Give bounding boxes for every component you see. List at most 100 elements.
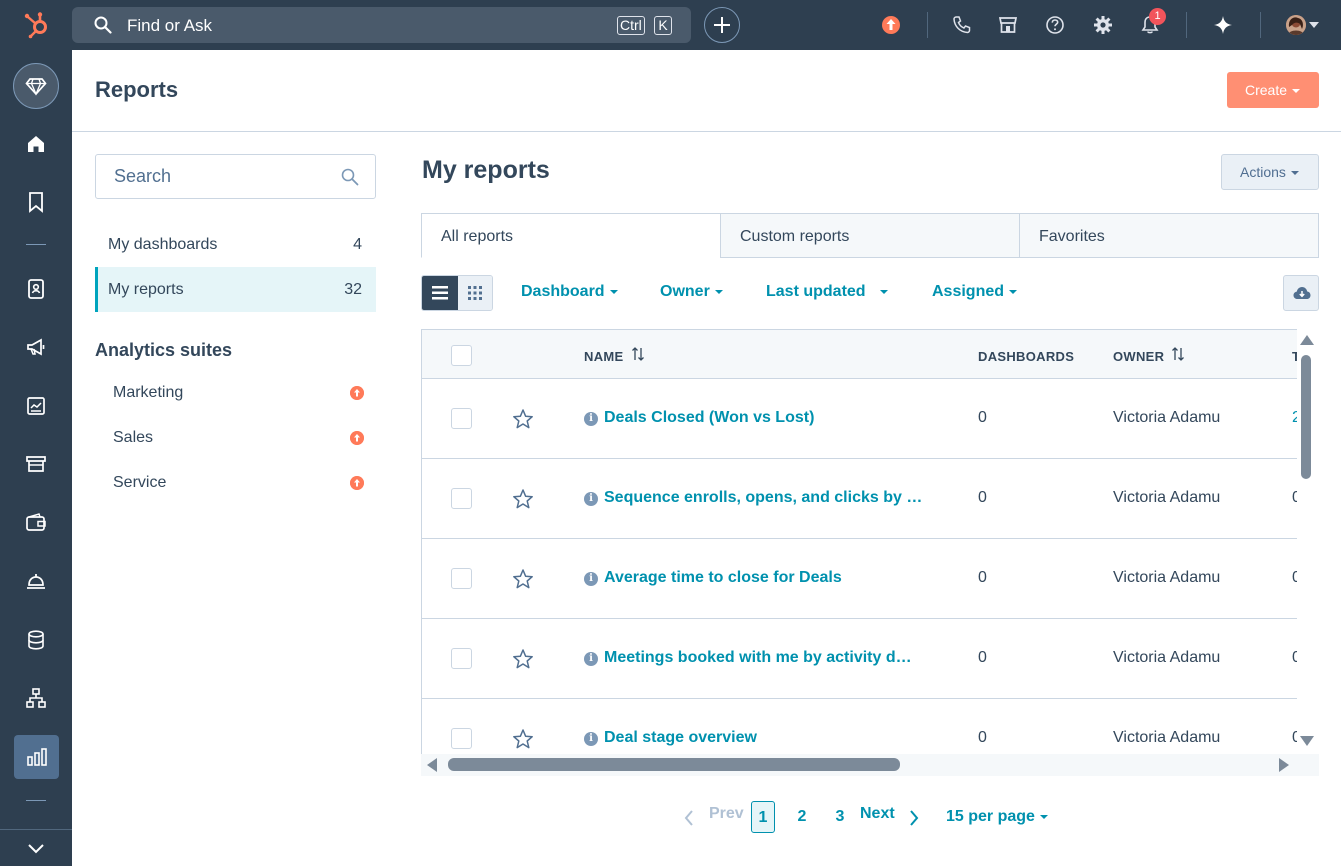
table-row[interactable]: i Average time to close for Deals 0 Vict… (422, 539, 1297, 619)
per-page-select[interactable]: 15 per page (946, 808, 1048, 826)
marketplace-icon[interactable] (997, 14, 1019, 36)
avatar[interactable] (1286, 15, 1306, 35)
caret-down-icon (609, 289, 618, 294)
org-chart-icon[interactable] (24, 686, 48, 710)
column-header-name[interactable]: NAME (584, 347, 644, 364)
prev-page-button[interactable]: Prev (709, 805, 744, 823)
commerce-icon[interactable] (24, 452, 48, 476)
list-icon (432, 286, 448, 300)
service-bell-icon[interactable] (24, 569, 48, 593)
upgrade-arrow-icon[interactable] (350, 386, 364, 400)
next-page-button[interactable]: Next (860, 805, 895, 823)
scroll-left-arrow-icon[interactable] (427, 758, 437, 772)
report-name-link[interactable]: Average time to close for Deals (604, 569, 842, 587)
megaphone-icon[interactable] (24, 335, 48, 359)
cloud-download-icon (1293, 287, 1311, 299)
row-checkbox[interactable] (451, 488, 472, 509)
bookmark-icon[interactable] (24, 190, 48, 214)
info-icon[interactable]: i (584, 652, 598, 666)
table-row[interactable]: i Deals Closed (Won vs Lost) 0 Victoria … (422, 379, 1297, 459)
grid-view-button[interactable] (458, 276, 492, 310)
expand-icon[interactable] (24, 836, 48, 860)
owner-filter-label: Owner (660, 283, 710, 300)
topbar-divider (1260, 12, 1261, 38)
star-icon[interactable] (512, 648, 534, 670)
star-icon[interactable] (512, 488, 534, 510)
sparkle-icon[interactable] (1212, 14, 1234, 36)
actions-button[interactable]: Actions (1221, 154, 1319, 190)
sidebar-search-input[interactable] (97, 156, 327, 197)
report-name-link[interactable]: Deals Closed (Won vs Lost) (604, 409, 814, 427)
list-view-button[interactable] (422, 276, 458, 310)
export-button[interactable] (1283, 275, 1319, 311)
owner-filter[interactable]: Owner (660, 283, 723, 301)
page-2-button[interactable]: 2 (792, 801, 812, 833)
star-icon[interactable] (512, 568, 534, 590)
last-updated-filter[interactable]: Last updated (766, 283, 888, 301)
chevron-right-icon[interactable] (909, 810, 919, 826)
column-header-dashboards[interactable]: DASHBOARDS (978, 349, 1074, 364)
page-1-button[interactable]: 1 (751, 801, 775, 833)
star-icon[interactable] (512, 408, 534, 430)
horizontal-scrollbar[interactable] (421, 754, 1319, 776)
settings-icon[interactable] (1092, 14, 1114, 36)
horizontal-scrollbar-thumb[interactable] (448, 758, 900, 771)
vertical-scrollbar[interactable] (1297, 329, 1319, 776)
star-icon[interactable] (512, 728, 534, 750)
workspace-button[interactable] (13, 63, 59, 109)
upgrade-arrow-icon[interactable] (350, 476, 364, 490)
scroll-down-arrow-icon[interactable] (1300, 736, 1314, 746)
reports-nav-button[interactable] (14, 735, 59, 779)
row-checkbox[interactable] (451, 408, 472, 429)
column-header-owner-label: OWNER (1113, 349, 1165, 364)
vertical-scrollbar-thumb[interactable] (1301, 355, 1311, 479)
report-name-link[interactable]: Deal stage overview (604, 729, 757, 747)
home-icon[interactable] (24, 132, 48, 156)
tab-favorites[interactable]: Favorites (1019, 213, 1319, 258)
sidebar-item-count: 4 (353, 236, 362, 253)
create-button[interactable]: Create (1227, 72, 1319, 108)
last-updated-filter-label: Last updated (766, 283, 866, 300)
quick-create-button[interactable] (704, 7, 740, 43)
notification-count-badge: 1 (1149, 8, 1166, 25)
row-checkbox[interactable] (451, 568, 472, 589)
info-icon[interactable]: i (584, 412, 598, 426)
wallet-icon[interactable] (24, 511, 48, 535)
suite-item-service[interactable]: Service (113, 474, 166, 492)
report-name-link[interactable]: Meetings booked with me by activity d… (604, 649, 912, 667)
content-icon[interactable] (24, 394, 48, 418)
table-row[interactable]: i Sequence enrolls, opens, and clicks by… (422, 459, 1297, 539)
tab-all-reports[interactable]: All reports (421, 213, 721, 258)
help-icon[interactable] (1044, 14, 1066, 36)
column-header-owner[interactable]: OWNER (1113, 347, 1184, 364)
report-dashboards-count: 0 (978, 409, 987, 426)
info-icon[interactable]: i (584, 572, 598, 586)
assigned-filter[interactable]: Assigned (932, 283, 1018, 301)
shortcut-k-key: K (654, 16, 672, 35)
database-icon[interactable] (24, 628, 48, 652)
suite-item-marketing[interactable]: Marketing (113, 384, 183, 402)
info-icon[interactable]: i (584, 732, 598, 746)
hubspot-logo-icon[interactable] (22, 10, 52, 40)
report-name-link[interactable]: Sequence enrolls, opens, and clicks by … (604, 489, 922, 507)
account-menu-caret-icon[interactable] (1309, 22, 1319, 28)
row-checkbox[interactable] (451, 728, 472, 749)
upgrade-arrow-icon[interactable] (350, 431, 364, 445)
global-search[interactable]: Find or Ask Ctrl K (72, 7, 691, 43)
tab-custom-reports[interactable]: Custom reports (720, 213, 1020, 258)
table-row[interactable]: i Meetings booked with me by activity d…… (422, 619, 1297, 699)
scroll-up-arrow-icon[interactable] (1300, 335, 1314, 345)
row-checkbox[interactable] (451, 648, 472, 669)
scroll-right-arrow-icon[interactable] (1279, 758, 1289, 772)
search-icon[interactable] (341, 168, 359, 186)
page-3-button[interactable]: 3 (830, 801, 850, 833)
dashboard-filter[interactable]: Dashboard (521, 283, 618, 301)
select-all-checkbox[interactable] (451, 345, 472, 366)
info-icon[interactable]: i (584, 492, 598, 506)
upgrade-icon[interactable] (880, 14, 902, 36)
phone-icon[interactable] (951, 14, 973, 36)
contacts-icon[interactable] (24, 277, 48, 301)
suite-item-sales[interactable]: Sales (113, 429, 153, 447)
sidebar-item-my-dashboards[interactable]: My dashboards 4 (95, 222, 376, 267)
sidebar-item-my-reports[interactable]: My reports 32 (95, 267, 376, 312)
